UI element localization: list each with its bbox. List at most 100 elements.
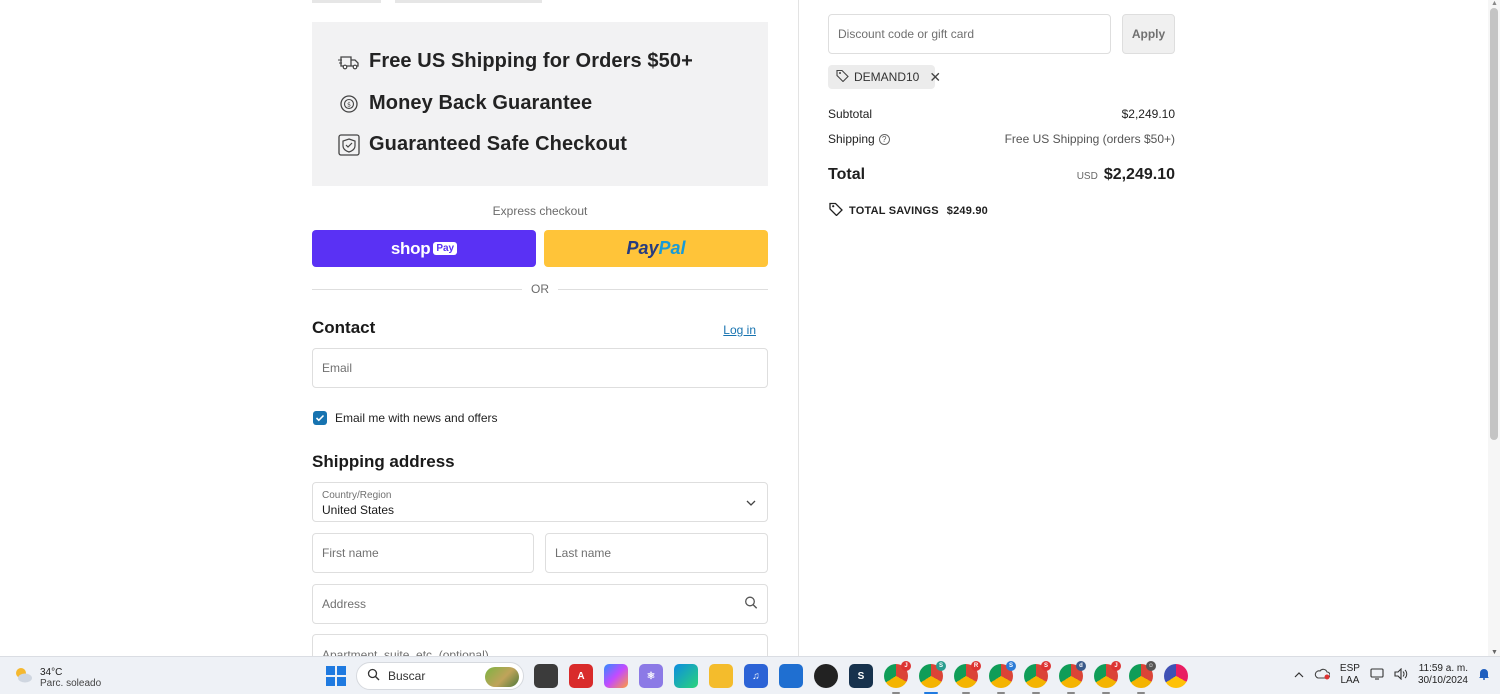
promo-banner: Free US Shipping for Orders $50+ $ Money… xyxy=(312,22,768,186)
paypal-logo-part1: Pay xyxy=(626,238,659,258)
shipping-row: Shipping? Free US Shipping (orders $50+) xyxy=(828,132,1175,146)
promo-text: Money Back Guarantee xyxy=(369,92,593,114)
promo-item-safe-checkout: Guaranteed Safe Checkout xyxy=(338,133,627,156)
shop-pay-logo-text: shop xyxy=(390,238,431,258)
search-text: Buscar xyxy=(388,669,426,683)
total-row: Total USD $2,249.10 xyxy=(828,166,1175,184)
task-view-icon[interactable] xyxy=(534,664,558,688)
check-icon xyxy=(315,414,325,422)
discount-placeholder: Discount code or gift card xyxy=(838,27,975,41)
time: 11:59 a. m. xyxy=(1418,663,1468,674)
scroll-up-arrow-icon[interactable]: ▲ xyxy=(1491,0,1498,7)
country-select[interactable]: Country/Region United States xyxy=(312,482,768,522)
chrome-profile-icon[interactable]: d xyxy=(1059,661,1086,694)
copilot-icon[interactable] xyxy=(604,664,628,688)
truck-icon xyxy=(338,51,360,73)
or-divider: OR xyxy=(312,282,768,296)
remove-discount-icon[interactable]: ✕ xyxy=(929,69,941,86)
promo-item-shipping: Free US Shipping for Orders $50+ xyxy=(338,50,693,73)
store-icon[interactable] xyxy=(779,664,803,688)
shield-check-icon xyxy=(338,133,360,156)
newsletter-option: Email me with news and offers xyxy=(313,411,498,425)
tag-icon xyxy=(836,69,849,85)
notification-bell-icon[interactable] xyxy=(1478,667,1490,683)
scrollbar-thumb[interactable] xyxy=(1490,8,1498,440)
chrome-profile-icon[interactable]: S xyxy=(989,661,1016,694)
log-in-link[interactable]: Log in xyxy=(723,323,756,337)
search-icon xyxy=(744,596,758,613)
weather-condition: Parc. soleado xyxy=(40,677,102,689)
shipping-value: Free US Shipping (orders $50+) xyxy=(1004,132,1175,146)
address-field[interactable]: Address xyxy=(312,584,768,624)
savings-value: $249.90 xyxy=(946,204,988,217)
pdf-reader-icon[interactable]: A xyxy=(569,664,593,688)
paypal-button[interactable]: Pay Pal xyxy=(544,230,768,267)
currency-code: USD xyxy=(1076,171,1098,182)
volume-icon[interactable] xyxy=(1394,667,1408,683)
contact-heading: Contact xyxy=(312,318,376,337)
shop-pay-button[interactable]: shop Pay xyxy=(312,230,536,267)
chrome-profile-icon[interactable]: ☺ xyxy=(1129,661,1156,694)
screen: Free US Shipping for Orders $50+ $ Money… xyxy=(0,0,1500,694)
shipping-label: Shipping xyxy=(828,132,875,146)
taskbar: 34°C Parc. soleado Buscar A ⚛ ♫ S J S R xyxy=(0,656,1500,694)
language-code: ESP xyxy=(1339,663,1360,674)
chrome-profile-icon[interactable]: S xyxy=(919,661,946,694)
search-highlight-image xyxy=(485,667,519,687)
help-icon[interactable]: ? xyxy=(878,134,890,146)
chevron-up-icon[interactable] xyxy=(1294,670,1304,681)
page-scrollbar[interactable]: ▲ ▼ xyxy=(1488,0,1500,656)
onedrive-icon[interactable] xyxy=(1314,668,1331,683)
shop-pay-badge: Pay xyxy=(433,242,458,255)
discount-code-field[interactable]: Discount code or gift card xyxy=(828,14,1111,54)
windows-start-icon[interactable] xyxy=(326,666,346,686)
email-placeholder: Email xyxy=(322,361,353,375)
chrome-profile-icon[interactable]: J xyxy=(1094,661,1121,694)
media-app-icon[interactable] xyxy=(814,664,838,688)
headphones-app-icon[interactable]: ♫ xyxy=(744,664,768,688)
promo-text: Guaranteed Safe Checkout xyxy=(369,133,628,155)
savings-label: TOTAL SAVINGS xyxy=(849,204,939,217)
address-placeholder: Address xyxy=(322,597,367,611)
weather-widget[interactable]: 34°C Parc. soleado xyxy=(12,664,101,691)
total-label: Total xyxy=(828,166,866,183)
chrome-profile-icon[interactable]: J xyxy=(884,661,911,694)
edge-browser-icon[interactable] xyxy=(674,664,698,688)
system-tray: ESP LAA 11:59 a. m. 30/10/2024 xyxy=(1294,663,1490,687)
react-app-icon[interactable]: ⚛ xyxy=(639,664,663,688)
newsletter-label: Email me with news and offers xyxy=(335,411,498,425)
date: 30/10/2024 xyxy=(1417,675,1468,686)
chrome-canary-icon[interactable] xyxy=(1164,664,1188,688)
clipped-text-top xyxy=(312,0,542,3)
total-savings: TOTAL SAVINGS $249.90 xyxy=(829,202,988,219)
order-summary-panel xyxy=(798,0,1488,656)
steam-icon[interactable]: S xyxy=(849,664,873,688)
promo-item-money-back: $ Money Back Guarantee xyxy=(338,92,592,115)
subtotal-label: Subtotal xyxy=(828,107,873,121)
country-value: United States xyxy=(322,503,395,517)
subtotal-row: Subtotal $2,249.10 xyxy=(828,107,1175,121)
clock[interactable]: 11:59 a. m. 30/10/2024 xyxy=(1418,663,1468,687)
newsletter-checkbox[interactable] xyxy=(313,411,327,425)
checkout-page: Free US Shipping for Orders $50+ $ Money… xyxy=(0,0,1488,656)
search-icon xyxy=(367,668,380,684)
chrome-profile-icon[interactable]: R xyxy=(954,661,981,694)
taskbar-search[interactable]: Buscar xyxy=(356,662,524,690)
email-field[interactable]: Email xyxy=(312,348,768,388)
keyboard-layout: LAA xyxy=(1340,675,1360,686)
last-name-field[interactable]: Last name xyxy=(545,533,768,573)
network-icon[interactable] xyxy=(1370,667,1384,683)
shipping-address-heading: Shipping address xyxy=(312,452,455,471)
apartment-field[interactable]: Apartment, suite, etc. (optional) xyxy=(312,634,768,656)
promo-text: Free US Shipping for Orders $50+ xyxy=(369,50,693,72)
chrome-profile-icon[interactable]: S xyxy=(1024,661,1051,694)
apartment-placeholder: Apartment, suite, etc. (optional) xyxy=(322,648,489,656)
country-label: Country/Region xyxy=(322,490,392,501)
apply-button[interactable]: Apply xyxy=(1122,14,1175,54)
chevron-down-icon xyxy=(746,495,756,509)
input-language[interactable]: ESP LAA xyxy=(1340,663,1360,687)
divider-line xyxy=(558,289,768,290)
scroll-down-arrow-icon[interactable]: ▼ xyxy=(1491,649,1498,656)
first-name-field[interactable]: First name xyxy=(312,533,534,573)
file-explorer-icon[interactable] xyxy=(709,664,733,688)
